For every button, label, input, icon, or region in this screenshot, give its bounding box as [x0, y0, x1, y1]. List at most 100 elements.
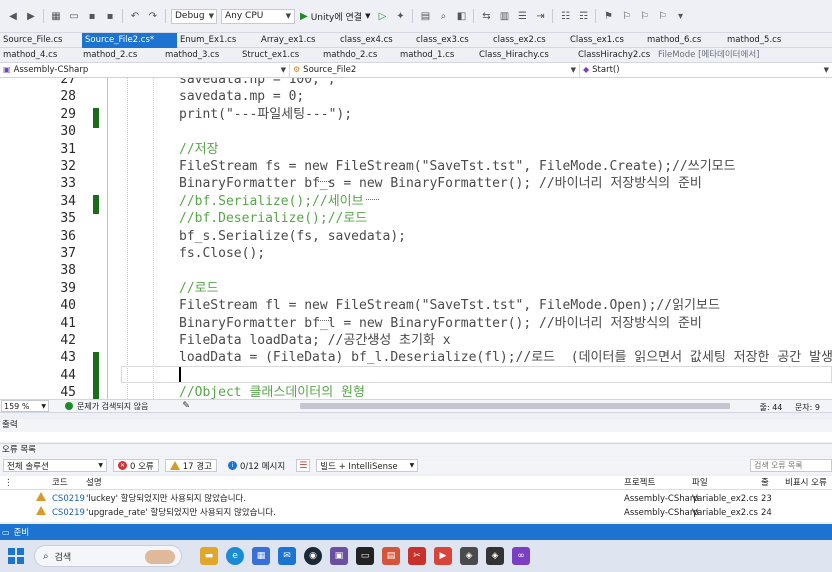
indent-icon[interactable]: ⇥ — [533, 9, 547, 23]
document-tab[interactable]: mathod_4.cs — [0, 48, 80, 63]
code-line[interactable]: //bf.Deserialize();//로드 — [179, 210, 367, 227]
forward-icon[interactable]: ▶ — [24, 9, 38, 23]
document-tab[interactable]: mathod_6.cs — [644, 33, 724, 48]
document-tab[interactable]: Class_Hirachy.cs — [476, 48, 575, 63]
code-column-header[interactable]: 코드 — [52, 476, 68, 490]
warnings-filter-button[interactable]: 17 경고 — [164, 459, 217, 472]
bookmark-next-icon[interactable]: ⚐ — [637, 9, 651, 23]
bookmark-prev-icon[interactable]: ⚐ — [619, 9, 633, 23]
solution-explorer-icon[interactable]: ▤ — [418, 9, 432, 23]
file-column-header[interactable]: 파일 — [692, 476, 708, 490]
save-icon[interactable]: ▪ — [85, 9, 99, 23]
visual-studio-icon[interactable]: ∞ — [512, 547, 530, 565]
build-filter-select[interactable]: 빌드 + IntelliSense ▼ — [316, 459, 419, 472]
presentation-app-icon[interactable]: ▶ — [434, 547, 452, 565]
project-dropdown[interactable]: ▣ Assembly-CSharp ▼ — [0, 63, 290, 77]
steam-icon[interactable]: ◉ — [304, 547, 322, 565]
code-line[interactable]: savedata.hp = 100; ; — [179, 78, 336, 88]
code-line[interactable]: //bf.Serialize();//세이브 — [179, 193, 364, 210]
document-tab[interactable]: mathod_5.cs — [724, 33, 832, 48]
document-tab[interactable]: Source_File.cs — [0, 33, 82, 48]
unity-hub-icon[interactable]: ◈ — [460, 547, 478, 565]
code-line[interactable]: //Object 클래스데이터의 원형 — [179, 384, 365, 399]
hot-reload-icon[interactable]: ✦ — [393, 9, 407, 23]
platform-select[interactable]: Any CPU ▼ — [221, 8, 295, 24]
document-tab[interactable]: Enum_Ex1.cs — [177, 33, 258, 48]
member-dropdown[interactable]: ◆ Start() ▼ — [580, 64, 832, 77]
code-editor[interactable]: 27 savedata.hp = 100; ; 28 savedata.mp = 0;… — [0, 78, 832, 399]
code-line[interactable]: BinaryFormatter bf_s = new BinaryFormatt… — [179, 175, 702, 192]
taskbar-search[interactable]: ⌕ 검색 — [34, 545, 182, 567]
unity-icon[interactable]: ◈ — [486, 547, 504, 565]
git-icon[interactable]: ⇆ — [479, 9, 493, 23]
issues-status[interactable]: 문제가 검색되지 않음 — [77, 401, 148, 412]
sort-column-header[interactable]: ⋮ — [4, 476, 16, 490]
document-tab[interactable]: FileMode [메타데이터에서] — [655, 48, 832, 63]
start-without-debug-icon[interactable]: ▷ — [375, 9, 389, 23]
redo-icon[interactable]: ↷ — [146, 9, 160, 23]
line-column-header[interactable]: 줄 — [761, 476, 769, 490]
filter-toggle-button[interactable]: ☰ — [296, 459, 311, 472]
code-line[interactable]: //로드 — [179, 280, 219, 297]
configuration-select[interactable]: Debug ▼ — [171, 8, 217, 24]
mail-icon[interactable]: ✉ — [278, 547, 296, 565]
error-row[interactable]: CS0219'luckey' 할당되었지만 사용되지 않았습니다. Assembl… — [0, 492, 832, 506]
terminal-icon[interactable]: ▭ — [356, 547, 374, 565]
capture-app-icon[interactable]: ✂ — [408, 547, 426, 565]
document-tab[interactable]: mathod_2.cs — [80, 48, 162, 63]
edge-icon[interactable]: e — [226, 547, 244, 565]
document-tab[interactable]: Struct_ex1.cs — [239, 48, 320, 63]
attach-unity-button[interactable]: ▶ Unity에 연결 ▼ — [300, 10, 370, 23]
save-all-icon[interactable]: ▪ — [103, 9, 117, 23]
suppress-column-header[interactable]: 비표시 오류 — [785, 476, 832, 490]
undo-icon[interactable]: ↶ — [128, 9, 142, 23]
document-tab[interactable]: class_ex3.cs — [413, 33, 490, 48]
comment-icon[interactable]: ☷ — [558, 9, 572, 23]
error-code-link[interactable]: CS0219 — [52, 492, 85, 506]
format-icon[interactable]: ▥ — [497, 9, 511, 23]
project-column-header[interactable]: 프로젝트 — [624, 476, 655, 490]
errors-filter-button[interactable]: ✕ 0 오류 — [113, 459, 159, 472]
open-file-icon[interactable]: ▭ — [67, 9, 81, 23]
windows-start-icon[interactable] — [8, 548, 24, 564]
code-line[interactable]: savedata.mp = 0; — [179, 88, 304, 105]
code-line[interactable]: bf_s.Serialize(fs, savedata); — [179, 228, 406, 245]
store-icon[interactable]: ▦ — [252, 547, 270, 565]
app-icon[interactable]: ▣ — [330, 547, 348, 565]
document-tab[interactable]: mathod_3.cs — [162, 48, 239, 63]
horizontal-scrollbar[interactable] — [300, 403, 730, 409]
error-list-header[interactable]: 오류 목록 — [0, 443, 832, 456]
code-line[interactable]: FileStream fs = new FileStream("SaveTst.… — [179, 158, 736, 175]
code-line[interactable]: loadData = (FileData) bf_l.Deserialize(f… — [179, 349, 832, 366]
code-line[interactable]: fs.Close(); — [179, 245, 265, 262]
bookmark-toggle-icon[interactable]: ⚑ — [601, 9, 615, 23]
document-tab[interactable]: class_ex4.cs — [337, 33, 413, 48]
document-tab[interactable]: ClassHirachy2.cs — [575, 48, 655, 63]
error-row[interactable]: CS0219'upgrade_rate' 할당되었지만 사용되지 않았습니다. A… — [0, 506, 832, 520]
output-panel-header[interactable]: 출력 — [0, 419, 832, 432]
bookmark-clear-icon[interactable]: ⚐ — [655, 9, 669, 23]
document-tab[interactable]: Class_ex1.cs — [567, 33, 644, 48]
error-search-input[interactable] — [750, 459, 832, 472]
new-project-icon[interactable]: ▦ — [49, 9, 63, 23]
back-icon[interactable]: ◀ — [6, 9, 20, 23]
document-tab[interactable]: mathdo_2.cs — [320, 48, 397, 63]
code-line[interactable]: BinaryFormatter bf_l = new BinaryFormatt… — [179, 315, 702, 332]
pdf-app-icon[interactable]: ▤ — [382, 547, 400, 565]
document-tab[interactable]: Source_File2.cs* — [82, 33, 177, 48]
scope-select[interactable]: 전체 솔루션 ▼ — [3, 459, 107, 472]
type-dropdown[interactable]: ⚙ Source_File2 ▼ — [290, 63, 580, 77]
toolbar-overflow-icon[interactable]: ▾ — [673, 9, 687, 23]
document-tab[interactable]: class_ex2.cs — [490, 33, 567, 48]
code-line[interactable]: FileStream fl = new FileStream("SaveTst.… — [179, 297, 720, 314]
code-line[interactable]: print("---파일세팅---"); — [179, 106, 352, 123]
error-code-link[interactable]: CS0219 — [52, 506, 85, 520]
file-explorer-icon[interactable]: ▬ — [200, 547, 218, 565]
brush-icon[interactable]: ✎ — [182, 401, 190, 411]
zoom-select[interactable]: 159 % ▼ — [1, 400, 49, 412]
document-tab[interactable]: Array_ex1.cs — [258, 33, 337, 48]
document-tab[interactable]: mathod_1.cs — [397, 48, 476, 63]
messages-filter-button[interactable]: i 0/12 메시지 — [223, 459, 290, 472]
desc-column-header[interactable]: 설명 — [86, 476, 102, 490]
find-icon[interactable]: ⌕ — [436, 9, 450, 23]
